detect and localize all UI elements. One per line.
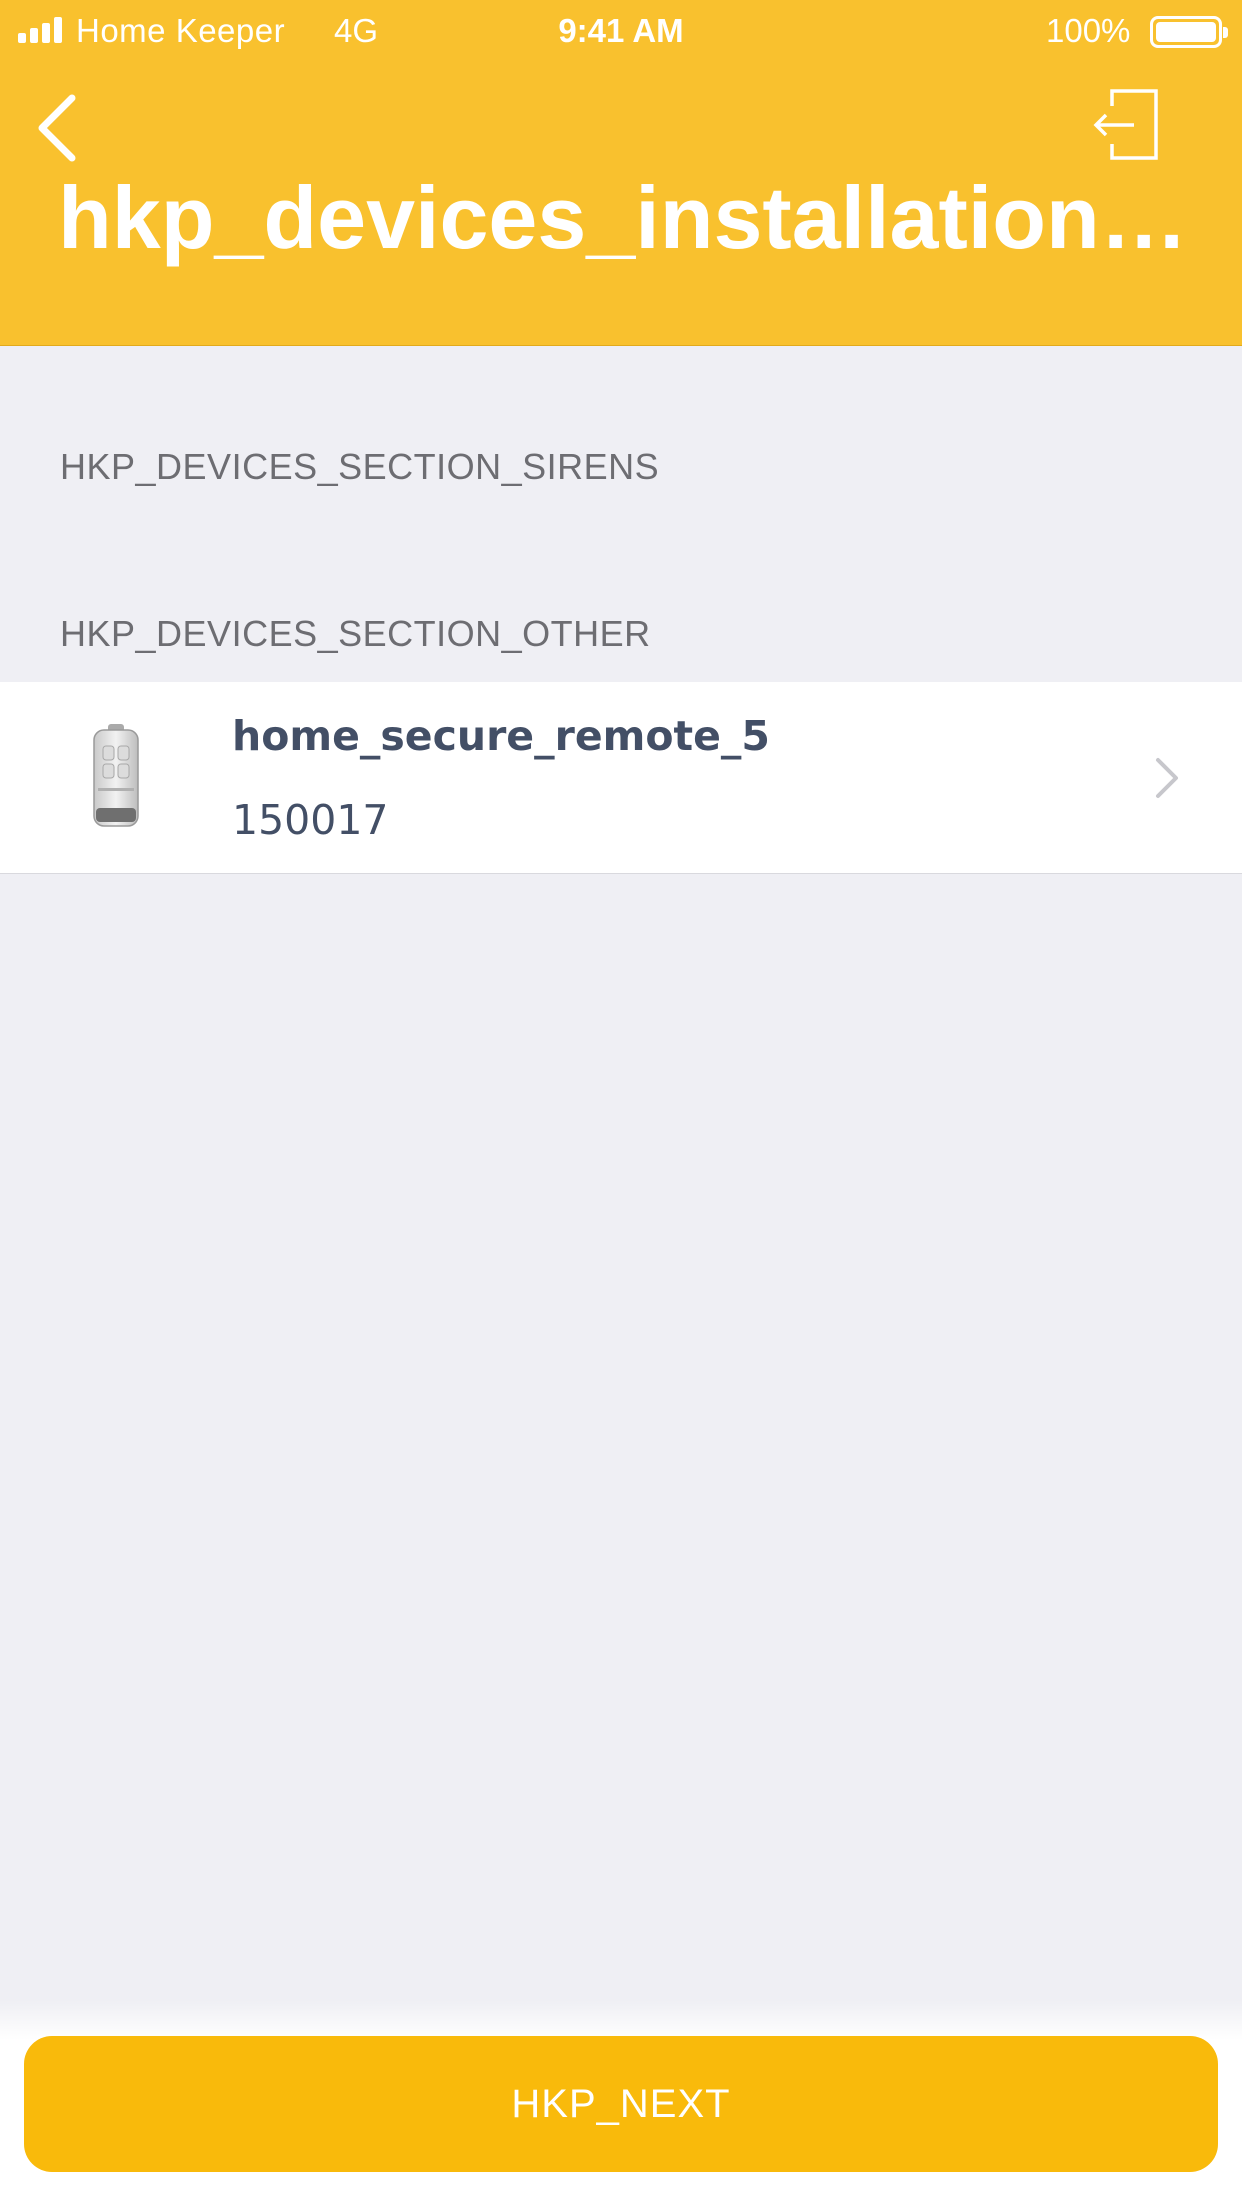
navigation-header: Home Keeper 4G 9:41 AM 100% hkp_devices_… — [0, 0, 1242, 346]
section-header-sirens: HKP_DEVICES_SECTION_SIRENS — [60, 446, 660, 487]
logout-button[interactable] — [1092, 88, 1164, 164]
status-bar: Home Keeper 4G 9:41 AM 100% — [0, 0, 1242, 60]
back-button[interactable] — [30, 88, 90, 168]
remote-control-icon — [93, 724, 139, 827]
chevron-right-icon — [1156, 758, 1178, 798]
logout-icon — [1093, 89, 1158, 160]
section-header-other: HKP_DEVICES_SECTION_OTHER — [60, 613, 651, 654]
device-list-item[interactable]: home_secure_remote_5 150017 — [0, 682, 1242, 874]
chevron-left-icon — [38, 94, 76, 162]
page-title: hkp_devices_installation_... — [58, 168, 1188, 267]
device-name: home_secure_remote_5 — [232, 712, 770, 760]
battery-icon — [1150, 16, 1228, 48]
next-button[interactable]: HKP_NEXT — [24, 2036, 1218, 2172]
battery-percent: 100% — [1046, 12, 1131, 49]
device-serial: 150017 — [232, 796, 389, 844]
